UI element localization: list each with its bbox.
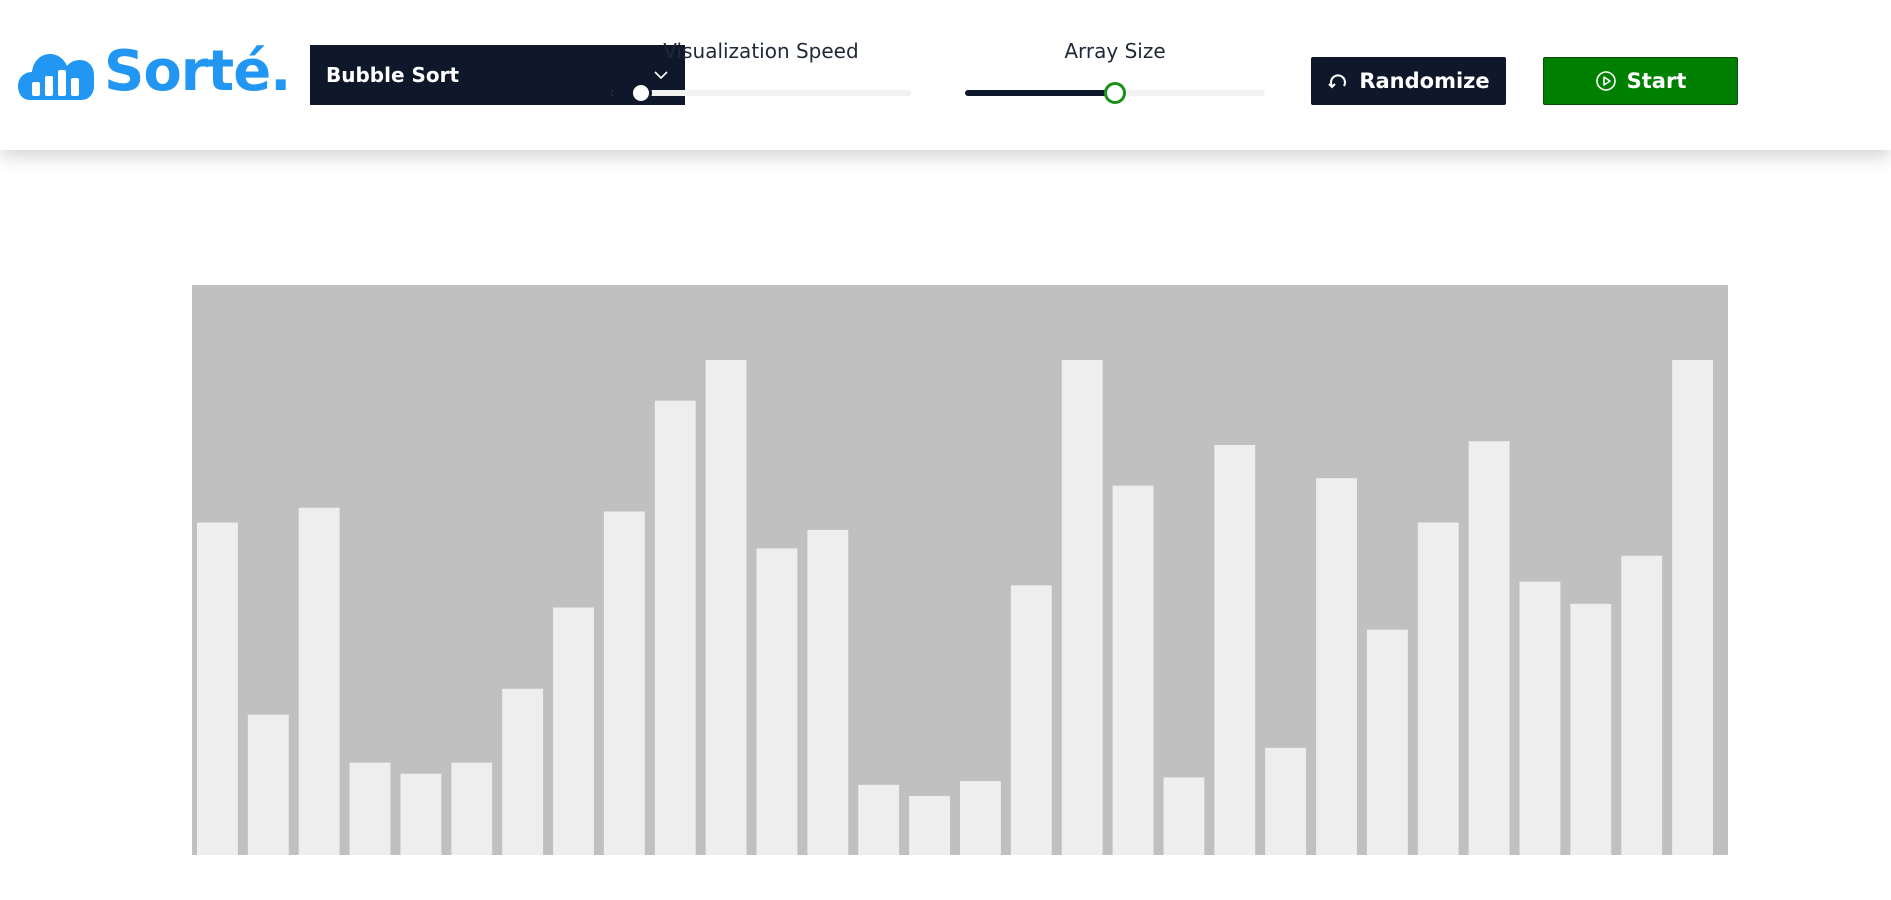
bars-chart [197, 360, 1713, 855]
size-slider-fill [965, 90, 1115, 96]
array-bar [1570, 603, 1612, 855]
array-bar [1672, 360, 1713, 855]
array-bar [349, 762, 391, 855]
array-bar [1316, 478, 1357, 855]
array-bar [197, 522, 238, 855]
array-bar [705, 360, 747, 855]
cloud-bars-icon [18, 54, 94, 100]
speed-slider[interactable] [611, 82, 911, 104]
array-bar [1112, 485, 1154, 855]
array-bar [1061, 360, 1103, 855]
array-bar [1010, 585, 1052, 855]
array-bar [400, 773, 442, 855]
size-slider[interactable] [965, 82, 1265, 104]
array-bar [1417, 522, 1459, 855]
array-bar [553, 607, 594, 855]
randomize-button[interactable]: Randomize [1311, 57, 1506, 105]
array-bar [1366, 629, 1408, 855]
array-bar [451, 762, 493, 855]
size-slider-label: Array Size [1064, 39, 1166, 63]
array-bar [1621, 555, 1663, 855]
speed-slider-thumb[interactable] [630, 82, 652, 104]
speed-slider-group: Visualization Speed [611, 38, 911, 108]
start-button[interactable]: Start [1543, 57, 1738, 105]
array-bar [502, 688, 544, 855]
array-bar [1468, 441, 1510, 855]
top-navbar: Sorté. Bubble Sort Visualization Speed A… [0, 0, 1891, 150]
speed-slider-label: Visualization Speed [663, 39, 859, 63]
sorting-visualizer [192, 285, 1728, 855]
algorithm-select-value: Bubble Sort [326, 63, 460, 87]
array-bar [1265, 747, 1307, 855]
start-button-label: Start [1626, 69, 1687, 93]
array-bar [298, 507, 340, 855]
array-bar [858, 784, 900, 855]
array-bar [807, 529, 849, 855]
array-bar [756, 548, 798, 855]
size-slider-thumb[interactable] [1104, 82, 1126, 104]
array-bar [1163, 777, 1205, 855]
array-bar [960, 781, 1001, 855]
randomize-button-label: Randomize [1359, 69, 1490, 93]
refresh-icon [1328, 74, 1347, 89]
array-bar [1214, 444, 1256, 855]
logo-text: Sorté. [104, 39, 291, 104]
play-circle-icon [1595, 71, 1616, 91]
array-bar [654, 400, 696, 855]
size-slider-group: Array Size [965, 38, 1265, 108]
array-bar [909, 795, 950, 855]
array-bar [1519, 581, 1561, 855]
array-bar [603, 511, 645, 855]
array-bar [247, 714, 289, 855]
logo[interactable]: Sorté. [18, 39, 291, 104]
